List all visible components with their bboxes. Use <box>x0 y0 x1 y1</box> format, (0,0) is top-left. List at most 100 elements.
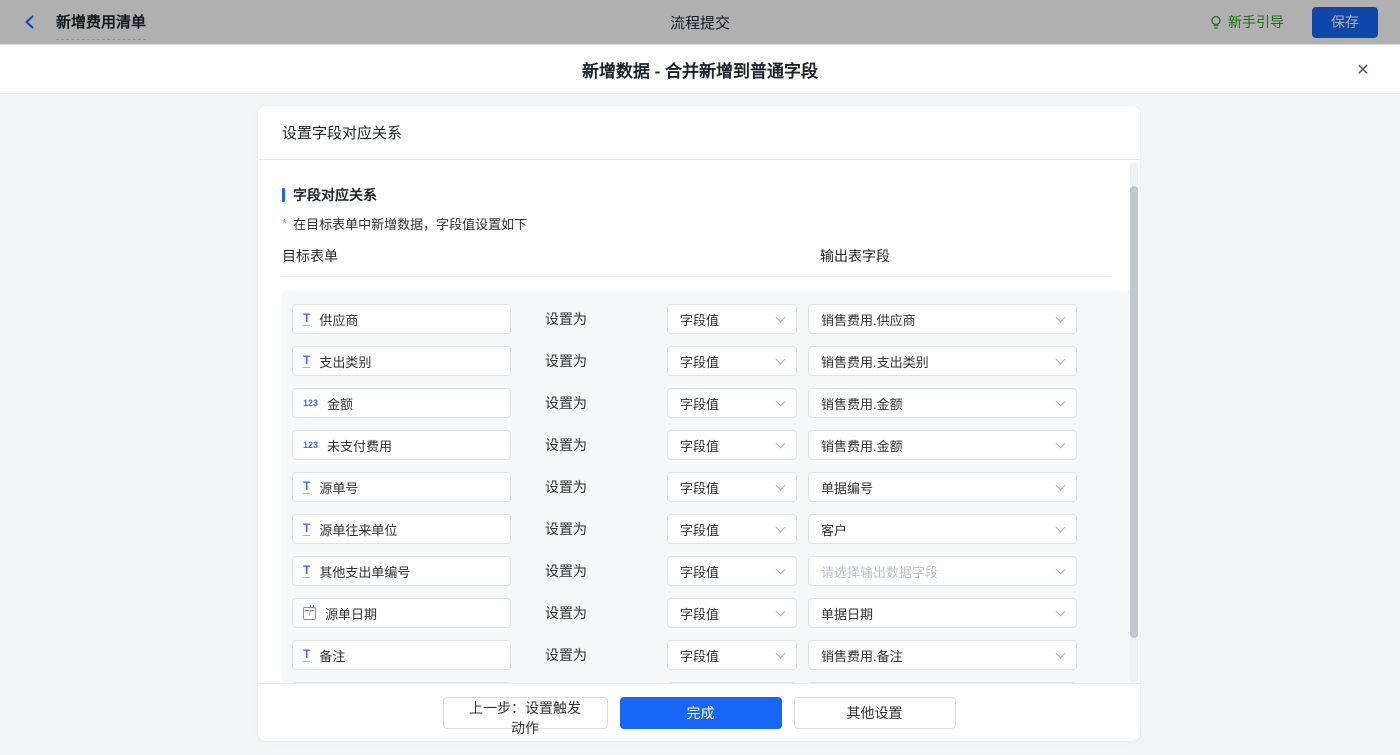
done-button[interactable]: 完成 <box>619 696 782 729</box>
chevron-down-icon <box>1055 354 1066 365</box>
column-target-form: 目标表单 <box>282 248 338 264</box>
output-field-label: 销售费用.备注 <box>821 648 903 664</box>
number-field-icon: 123 <box>303 439 319 450</box>
section-marker <box>282 188 285 202</box>
text-field-icon: T <box>303 353 311 368</box>
target-field-box[interactable]: 123 未支付费用 <box>292 430 511 460</box>
target-field-box[interactable]: 123 金额 <box>292 388 511 418</box>
output-field-label: 销售费用.金额 <box>821 438 903 454</box>
target-field-box[interactable]: T 备注 <box>292 640 511 670</box>
set-as-label: 设置为 <box>545 563 587 579</box>
mapping-row: T 源单往来单位 设置为 字段值 客户 <box>282 514 1136 544</box>
value-mode-select[interactable]: 字段值 <box>667 430 797 460</box>
target-field-label: 支出类别 <box>319 354 372 370</box>
chevron-down-icon <box>1055 522 1066 533</box>
value-mode-select[interactable]: 字段值 <box>667 472 797 502</box>
output-field-select[interactable]: 销售费用.金额 <box>808 388 1077 418</box>
value-mode-label: 字段值 <box>680 312 720 328</box>
target-field-label: 备注 <box>319 648 346 664</box>
target-field-box[interactable]: 7 源单日期 <box>292 598 511 628</box>
number-field-icon: 123 <box>303 397 319 408</box>
date-field-icon: 7 <box>303 604 316 620</box>
target-field-label: 源单日期 <box>325 606 378 622</box>
save-button[interactable]: 保存 <box>1312 6 1378 38</box>
set-as-label: 设置为 <box>545 479 587 495</box>
text-field-icon: T <box>303 479 311 494</box>
chevron-down-icon <box>775 522 786 533</box>
output-field-select[interactable]: 销售费用.支出类别 <box>808 346 1077 376</box>
output-field-label: 销售费用.金额 <box>821 396 903 412</box>
target-field-box[interactable]: T 支出类别 <box>292 346 511 376</box>
lightbulb-icon <box>1211 15 1221 29</box>
note-text: 在目标表单中新增数据，字段值设置如下 <box>293 216 528 232</box>
target-field-box[interactable]: T 其他支出单编号 <box>292 556 511 586</box>
column-headers: 目标表单 输出表字段 <box>282 246 1110 277</box>
value-mode-label: 字段值 <box>680 396 720 412</box>
output-field-label: 单据编号 <box>821 480 874 496</box>
column-output-field: 输出表字段 <box>820 248 890 264</box>
required-asterisk: * <box>282 215 288 231</box>
chevron-down-icon <box>1055 480 1066 491</box>
chevron-down-icon <box>1055 564 1066 575</box>
set-as-label: 设置为 <box>545 647 587 663</box>
output-field-label: 销售费用.供应商 <box>821 312 916 328</box>
mapping-row: 123 金额 设置为 字段值 销售费用.金额 <box>282 388 1136 418</box>
text-field-icon: T <box>303 311 311 326</box>
mapping-row: 123 未支付费用 设置为 字段值 销售费用.金额 <box>282 430 1136 460</box>
target-field-label: 未支付费用 <box>327 438 393 454</box>
chevron-down-icon <box>1055 648 1066 659</box>
prev-step-button[interactable]: 上一步：设置触发动作 <box>442 696 608 736</box>
output-field-label: 单据日期 <box>821 606 874 622</box>
chevron-down-icon <box>775 564 786 575</box>
value-mode-select[interactable]: 字段值 <box>667 514 797 544</box>
value-mode-select[interactable]: 字段值 <box>667 304 797 334</box>
mapping-rows: T 供应商 设置为 字段值 销售费用.供应商 T 支出类别 设置为 字段值 销售… <box>282 290 1136 692</box>
modal-body: 设置字段对应关系 字段对应关系 * 在目标表单中新增数据，字段值设置如下 目标表… <box>0 94 1400 755</box>
set-as-label: 设置为 <box>545 605 587 621</box>
value-mode-label: 字段值 <box>680 480 720 496</box>
target-field-label: 金额 <box>327 396 354 412</box>
value-mode-select[interactable]: 字段值 <box>667 640 797 670</box>
target-field-box[interactable]: T 源单号 <box>292 472 511 502</box>
output-field-select[interactable]: 请选择输出数据字段 <box>808 556 1077 586</box>
chevron-down-icon <box>1055 312 1066 323</box>
output-field-select[interactable]: 单据日期 <box>808 598 1077 628</box>
target-field-box[interactable]: T 供应商 <box>292 304 511 334</box>
value-mode-select[interactable]: 字段值 <box>667 556 797 586</box>
section-note: * 在目标表单中新增数据，字段值设置如下 <box>282 214 1132 232</box>
value-mode-label: 字段值 <box>680 522 720 538</box>
target-field-box[interactable]: T 源单往来单位 <box>292 514 511 544</box>
target-field-label: 供应商 <box>319 312 359 328</box>
mapping-row: T 备注 设置为 字段值 销售费用.备注 <box>282 640 1136 670</box>
output-field-select[interactable]: 单据编号 <box>808 472 1077 502</box>
output-field-select[interactable]: 销售费用.金额 <box>808 430 1077 460</box>
mapping-row: T 支出类别 设置为 字段值 销售费用.支出类别 <box>282 346 1136 376</box>
output-field-select[interactable]: 销售费用.备注 <box>808 640 1077 670</box>
flow-node-label: 流程提交 <box>669 14 730 32</box>
scrollbar-thumb[interactable] <box>1130 186 1138 638</box>
beginner-guide-link[interactable]: 新手引导 <box>1209 12 1284 32</box>
chevron-down-icon <box>775 648 786 659</box>
text-field-icon: T <box>303 647 311 662</box>
field-mapping-card: 设置字段对应关系 字段对应关系 * 在目标表单中新增数据，字段值设置如下 目标表… <box>258 106 1140 741</box>
value-mode-select[interactable]: 字段值 <box>667 346 797 376</box>
chevron-down-icon <box>1055 396 1066 407</box>
section-title: 字段对应关系 <box>282 186 1132 204</box>
output-field-label: 客户 <box>821 522 848 538</box>
text-field-icon: T <box>303 563 311 578</box>
target-field-label: 源单往来单位 <box>319 522 398 538</box>
chevron-down-icon <box>775 354 786 365</box>
set-as-label: 设置为 <box>545 521 587 537</box>
other-settings-button[interactable]: 其他设置 <box>793 696 956 729</box>
mapping-row: T 其他支出单编号 设置为 字段值 请选择输出数据字段 <box>282 556 1136 586</box>
value-mode-label: 字段值 <box>680 438 720 454</box>
target-field-label: 其他支出单编号 <box>319 564 411 580</box>
close-icon[interactable]: ✕ <box>1352 59 1374 81</box>
card-content: 字段对应关系 * 在目标表单中新增数据，字段值设置如下 目标表单 输出表字段 T… <box>258 186 1140 692</box>
value-mode-select[interactable]: 字段值 <box>667 598 797 628</box>
section-title-label: 字段对应关系 <box>293 187 377 203</box>
output-field-select[interactable]: 销售费用.供应商 <box>808 304 1077 334</box>
modal-title: 新增数据 - 合并新增到普通字段 <box>581 61 819 81</box>
output-field-select[interactable]: 客户 <box>808 514 1077 544</box>
value-mode-select[interactable]: 字段值 <box>667 388 797 418</box>
